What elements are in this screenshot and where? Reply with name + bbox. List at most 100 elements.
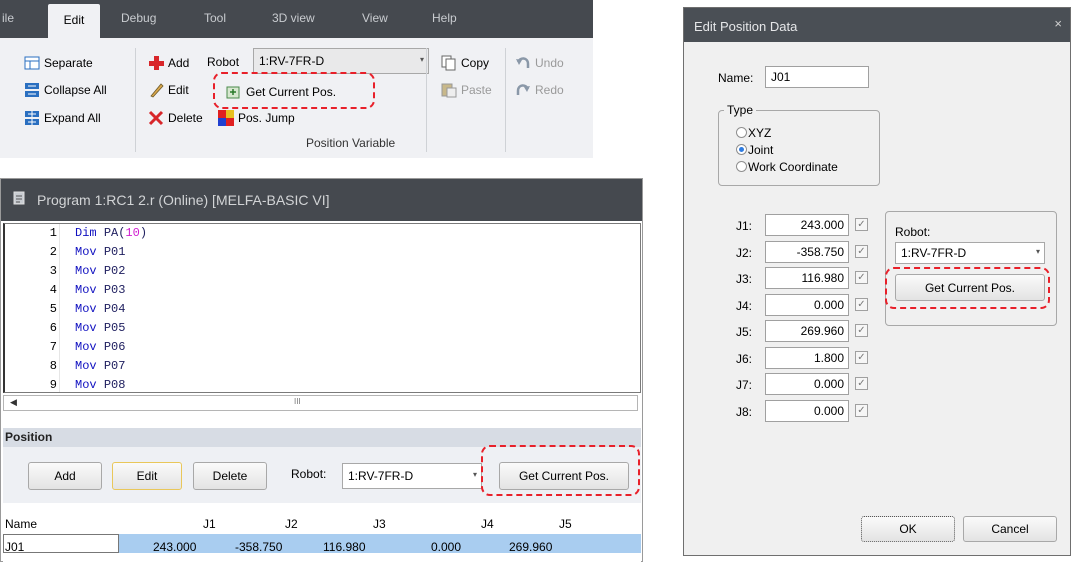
ribbon-separator — [505, 48, 506, 152]
joint-label: J6: — [736, 351, 753, 366]
separate-button[interactable]: Separate — [24, 55, 93, 71]
cancel-button[interactable]: Cancel — [963, 516, 1057, 542]
joint-value-field[interactable]: 1.800 — [765, 346, 849, 369]
joint-value-field[interactable]: 0.000 — [765, 293, 849, 316]
table-column-header[interactable]: J5 — [559, 517, 572, 531]
edit-label: Edit — [168, 83, 189, 97]
joint-enable-checkbox[interactable]: ✓ — [855, 271, 868, 284]
expand-all-icon — [24, 110, 40, 126]
close-icon[interactable]: × — [1054, 16, 1062, 31]
position-table: Name J01 J1 243.000 J2 -358.750 J3 116.980 J4 0.0… — [3, 512, 641, 562]
horizontal-scrollbar[interactable]: ◀ III — [3, 395, 638, 411]
pos-jump-button[interactable]: Pos. Jump — [218, 110, 295, 126]
joint-value-field[interactable]: -358.750 — [765, 240, 849, 263]
table-cell[interactable]: 116.980 — [323, 540, 366, 554]
add-button[interactable]: Add — [148, 55, 189, 71]
table-column-header[interactable]: J1 — [203, 517, 216, 531]
table-row-selection[interactable] — [119, 534, 641, 553]
position-robot-select-value: 1:RV-7FR-D — [348, 469, 414, 483]
line-number: 2 — [49, 245, 57, 259]
joint-enable-checkbox[interactable]: ✓ — [855, 377, 868, 390]
code-line: Mov P05 — [75, 321, 125, 335]
table-cell[interactable]: J01 — [5, 540, 24, 554]
name-field[interactable]: J01 — [765, 66, 869, 88]
position-robot-label: Robot: — [291, 467, 327, 481]
tab-edit[interactable]: Edit — [48, 4, 100, 38]
scroll-left-arrow-icon[interactable]: ◀ — [10, 397, 17, 408]
dialog-robot-select[interactable]: 1:RV-7FR-D ▾ — [895, 242, 1045, 264]
paste-button[interactable]: Paste — [441, 82, 492, 98]
position-edit-button[interactable]: Edit — [112, 462, 182, 490]
tab-help[interactable]: Help — [432, 11, 457, 25]
code-line: Mov P07 — [75, 359, 125, 373]
dialog-robot-select-value: 1:RV-7FR-D — [901, 246, 967, 260]
tab-debug[interactable]: Debug — [121, 11, 156, 25]
delete-x-icon — [148, 110, 164, 126]
joint-value-field[interactable]: 243.000 — [765, 214, 849, 236]
code-keyword: Mov — [75, 264, 97, 278]
delete-button[interactable]: Delete — [148, 110, 203, 126]
line-number: 5 — [49, 302, 57, 316]
joint-value-field[interactable]: 116.980 — [765, 267, 849, 289]
joint-value-field[interactable]: 0.000 — [765, 399, 849, 422]
edit-button[interactable]: Edit — [148, 82, 189, 98]
table-cell[interactable]: 243.000 — [153, 540, 196, 554]
highlight-panel-get-current-pos — [481, 445, 640, 496]
collapse-all-label: Collapse All — [44, 83, 107, 97]
tab-file[interactable]: ile — [2, 11, 14, 25]
code-keyword: Mov — [75, 340, 97, 354]
separate-label: Separate — [44, 56, 93, 70]
add-icon — [148, 55, 164, 71]
table-column-header[interactable]: J2 — [285, 517, 298, 531]
document-icon — [13, 191, 25, 208]
code-keyword: Mov — [75, 302, 97, 316]
code-keyword: Dim — [75, 226, 97, 240]
tab-view[interactable]: View — [362, 11, 388, 25]
position-robot-select[interactable]: 1:RV-7FR-D ▾ — [342, 463, 482, 489]
pos-jump-label: Pos. Jump — [238, 111, 295, 125]
joint-enable-checkbox[interactable]: ✓ — [855, 403, 868, 417]
position-delete-button[interactable]: Delete — [193, 462, 267, 490]
table-cell[interactable]: 0.000 — [431, 540, 461, 554]
type-radio-xyz[interactable] — [736, 127, 747, 138]
type-radio-work-coordinate[interactable] — [736, 161, 747, 172]
expand-all-button[interactable]: Expand All — [24, 110, 101, 126]
joint-enable-checkbox[interactable]: ✓ — [855, 218, 868, 231]
program-editor-window: Program 1:RC1 2.r (Online) [MELFA-BASIC … — [0, 178, 643, 562]
table-column-header[interactable]: J3 — [373, 517, 386, 531]
copy-button[interactable]: Copy — [441, 55, 489, 71]
table-column-header[interactable]: J4 — [481, 517, 494, 531]
table-cell[interactable]: -358.750 — [235, 540, 282, 554]
tab-tool[interactable]: Tool — [204, 11, 226, 25]
scroll-thumb-grip[interactable]: III — [294, 397, 301, 406]
joint-enable-checkbox[interactable]: ✓ — [855, 324, 868, 337]
line-number: 4 — [49, 283, 57, 297]
robot-select[interactable]: 1:RV-7FR-D ▾ — [253, 48, 429, 74]
code-number: 10 — [125, 226, 140, 240]
joint-enable-checkbox[interactable]: ✓ — [855, 350, 868, 364]
undo-button[interactable]: Undo — [515, 55, 564, 71]
joint-value-field[interactable]: 0.000 — [765, 373, 849, 395]
type-radio-joint[interactable] — [736, 144, 747, 155]
redo-button[interactable]: Redo — [515, 82, 564, 98]
delete-label: Delete — [168, 111, 203, 125]
position-add-button[interactable]: Add — [28, 462, 102, 490]
ok-button[interactable]: OK — [861, 516, 955, 542]
code-editor[interactable]: 1 Dim PA(10) 2 Mov P01 3 Mov P02 4 Mov P03 5 Mov … — [3, 223, 641, 393]
joint-enable-checkbox[interactable]: ✓ — [855, 244, 868, 258]
joint-label: J1: — [736, 219, 753, 233]
type-radio-label: XYZ — [748, 126, 772, 140]
joint-value-field[interactable]: 269.960 — [765, 320, 849, 342]
joint-enable-checkbox[interactable]: ✓ — [855, 297, 868, 311]
collapse-all-icon — [24, 82, 40, 98]
table-column-header[interactable]: Name — [5, 517, 37, 531]
collapse-all-button[interactable]: Collapse All — [24, 82, 107, 98]
chevron-down-icon: ▾ — [419, 55, 424, 64]
code-line: Mov P02 — [75, 264, 125, 278]
type-radio-label: Joint — [748, 143, 774, 157]
robot-select-value: 1:RV-7FR-D — [259, 54, 325, 68]
code-argument: P06 — [103, 340, 126, 354]
tab-3d-view[interactable]: 3D view — [272, 11, 315, 25]
table-cell[interactable]: 269.960 — [509, 540, 552, 554]
code-argument: P01 — [103, 245, 126, 259]
